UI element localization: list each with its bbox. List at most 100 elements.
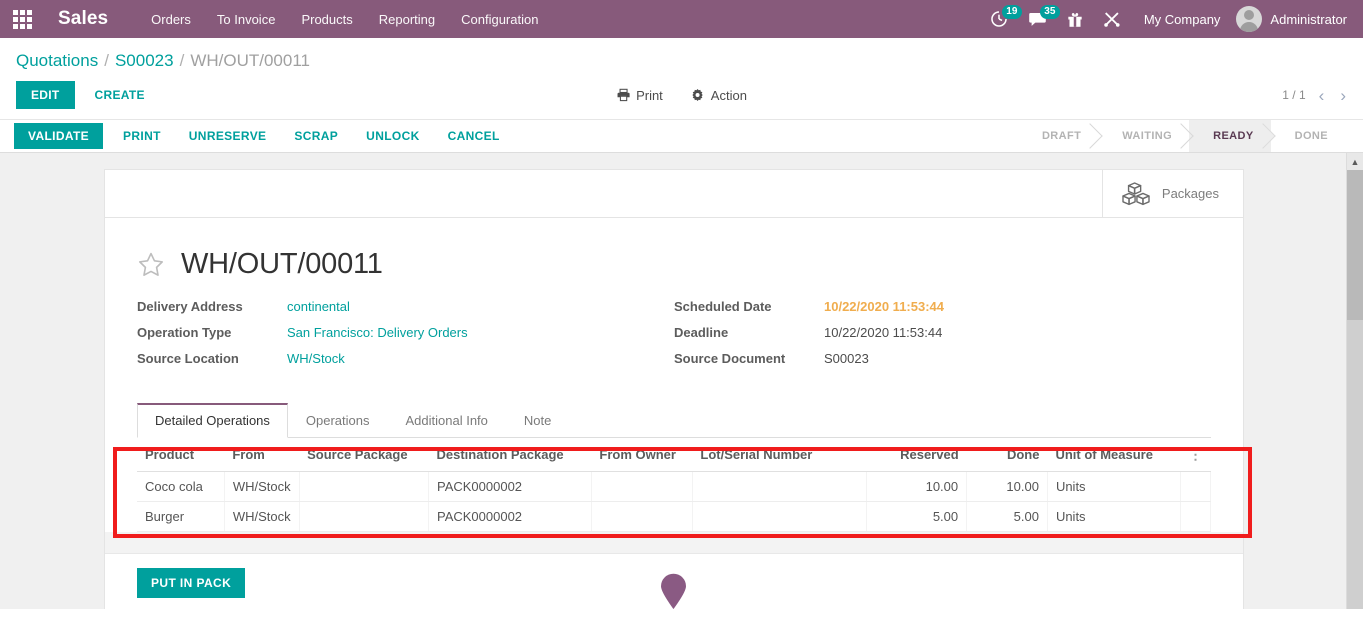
menu-item-to-invoice[interactable]: To Invoice — [204, 2, 289, 37]
app-brand-sales[interactable]: Sales — [44, 8, 120, 30]
field-delivery-address: Delivery Address continental — [137, 299, 674, 314]
field-value-source-location[interactable]: WH/Stock — [287, 351, 345, 366]
developer-tools-button[interactable] — [1094, 0, 1130, 38]
form-content-area: Packages WH/OUT/00011 Delivery Address c — [0, 153, 1363, 609]
menu-item-products[interactable]: Products — [288, 2, 365, 37]
cell-done[interactable]: 5.00 — [966, 501, 1048, 532]
cell-source-package[interactable] — [299, 471, 429, 502]
cell-unit-of-measure[interactable]: Units — [1047, 471, 1181, 502]
status-stage-ready[interactable]: READY — [1189, 120, 1271, 152]
main-menu: Orders To Invoice Products Reporting Con… — [138, 2, 551, 37]
menu-item-configuration[interactable]: Configuration — [448, 2, 551, 37]
cell-product[interactable]: Coco cola — [137, 471, 225, 502]
action-label: Action — [710, 87, 747, 103]
user-menu-toggle[interactable]: Administrator — [1234, 6, 1353, 32]
print-button[interactable]: Print — [610, 87, 669, 104]
company-switcher[interactable]: My Company — [1132, 12, 1233, 27]
column-header-reserved[interactable]: Reserved — [866, 438, 967, 472]
pager-next-button[interactable]: › — [1337, 87, 1349, 104]
cell-product[interactable]: Burger — [137, 501, 225, 532]
messages-menu-toggle[interactable]: 35 — [1019, 0, 1060, 38]
table-bottom-strip — [105, 532, 1243, 554]
apps-menu-toggle[interactable] — [0, 0, 44, 38]
scroll-up-arrow-icon[interactable]: ▲ — [1347, 153, 1363, 170]
favorite-star-button[interactable] — [137, 251, 165, 279]
cell-from[interactable]: WH/Stock — [224, 501, 300, 532]
title-row: WH/OUT/00011 — [137, 238, 1211, 299]
cell-lot-serial-number[interactable] — [692, 501, 867, 532]
column-header-done[interactable]: Done — [966, 438, 1048, 472]
cell-unit-of-measure[interactable]: Units — [1047, 501, 1181, 532]
cell-lot-serial-number[interactable] — [692, 471, 867, 502]
column-header-from[interactable]: From — [224, 438, 300, 472]
cell-reserved[interactable]: 10.00 — [866, 471, 968, 502]
fields-right-column: Scheduled Date 10/22/2020 11:53:44 Deadl… — [674, 299, 1211, 377]
field-value-deadline: 10/22/2020 11:53:44 — [824, 325, 943, 340]
field-value-delivery-address[interactable]: continental — [287, 299, 350, 314]
cell-destination-package[interactable]: PACK0000002 — [428, 501, 592, 532]
table-row[interactable]: Burger WH/Stock PACK0000002 5.00 5.00 Un… — [137, 501, 1212, 532]
field-label: Source Document — [674, 351, 786, 366]
table-header-row: Product From Source Package Destination … — [137, 438, 1211, 472]
breadcrumb-item-s00023[interactable]: S00023 — [115, 51, 174, 71]
cell-from-owner[interactable] — [591, 471, 693, 502]
put-in-pack-button[interactable]: PUT IN PACK — [137, 568, 246, 598]
printer-icon — [617, 88, 630, 102]
field-label: Source Location — [137, 351, 239, 366]
unlock-button[interactable]: UNLOCK — [352, 123, 433, 149]
column-header-unit-of-measure[interactable]: Unit of Measure — [1047, 438, 1181, 472]
table-row[interactable]: Coco cola WH/Stock PACK0000002 10.00 10.… — [137, 471, 1212, 502]
cell-from-owner[interactable] — [591, 501, 693, 532]
gift-icon — [1068, 12, 1082, 27]
field-label: Operation Type — [137, 325, 232, 340]
print-label: Print — [636, 87, 663, 103]
column-header-lot-serial-number[interactable]: Lot/Serial Number — [692, 438, 866, 472]
edit-button[interactable]: EDIT — [16, 81, 75, 109]
tab-note[interactable]: Note — [506, 403, 569, 438]
scrap-button[interactable]: SCRAP — [280, 123, 352, 149]
print-statusbar-button[interactable]: PRINT — [109, 123, 175, 149]
column-header-source-package[interactable]: Source Package — [299, 438, 429, 472]
menu-item-orders[interactable]: Orders — [138, 2, 204, 37]
menu-item-reporting[interactable]: Reporting — [366, 2, 448, 37]
validate-button[interactable]: VALIDATE — [14, 123, 104, 149]
create-button[interactable]: CREATE — [83, 81, 157, 109]
field-source-location: Source Location WH/Stock — [137, 351, 674, 366]
vertical-dots-icon: ⋮ — [1188, 446, 1203, 462]
packages-stat-button[interactable]: Packages — [1101, 170, 1243, 217]
column-header-destination-package[interactable]: Destination Package — [428, 438, 592, 472]
scrollbar-thumb[interactable] — [1347, 170, 1363, 320]
column-header-product[interactable]: Product — [137, 438, 225, 472]
status-stage-waiting[interactable]: WAITING — [1098, 120, 1189, 152]
cell-done[interactable]: 10.00 — [966, 471, 1048, 502]
tab-operations[interactable]: Operations — [288, 403, 388, 438]
breadcrumb-separator: / — [179, 51, 185, 70]
vertical-scrollbar[interactable]: ▲ — [1346, 153, 1363, 609]
action-button[interactable]: Action — [685, 87, 753, 104]
tab-additional-info[interactable]: Additional Info — [388, 403, 506, 438]
breadcrumb: Quotations / S00023 / WH/OUT/00011 — [0, 38, 1363, 75]
gift-button[interactable] — [1058, 0, 1092, 38]
user-avatar-icon — [1236, 6, 1263, 32]
field-label: Deadline — [674, 325, 729, 340]
column-header-from-owner[interactable]: From Owner — [591, 438, 693, 472]
cell-source-package[interactable] — [299, 501, 429, 532]
cell-from[interactable]: WH/Stock — [224, 471, 300, 502]
optional-columns-toggle[interactable]: ⋮ — [1180, 438, 1211, 472]
tab-detailed-operations[interactable]: Detailed Operations — [137, 403, 288, 438]
status-stage-draft[interactable]: DRAFT — [1018, 120, 1098, 152]
status-stage-done[interactable]: DONE — [1271, 120, 1345, 152]
status-pipeline: DRAFT WAITING READY DONE — [1018, 120, 1363, 152]
activity-menu-toggle[interactable]: 19 — [981, 0, 1022, 38]
table-body: Coco cola WH/Stock PACK0000002 10.00 10.… — [137, 471, 1212, 532]
breadcrumb-item-quotations[interactable]: Quotations — [16, 51, 98, 71]
field-value-operation-type[interactable]: San Francisco: Delivery Orders — [287, 325, 468, 340]
page-title: WH/OUT/00011 — [181, 248, 383, 280]
cell-destination-package[interactable]: PACK0000002 — [428, 471, 592, 502]
cell-row-options — [1180, 471, 1212, 502]
pager-previous-button[interactable]: ‹ — [1316, 87, 1328, 104]
unreserve-button[interactable]: UNRESERVE — [175, 123, 281, 149]
cell-reserved[interactable]: 5.00 — [866, 501, 968, 532]
packages-label: Packages — [1161, 186, 1219, 201]
cancel-button[interactable]: CANCEL — [434, 123, 514, 149]
